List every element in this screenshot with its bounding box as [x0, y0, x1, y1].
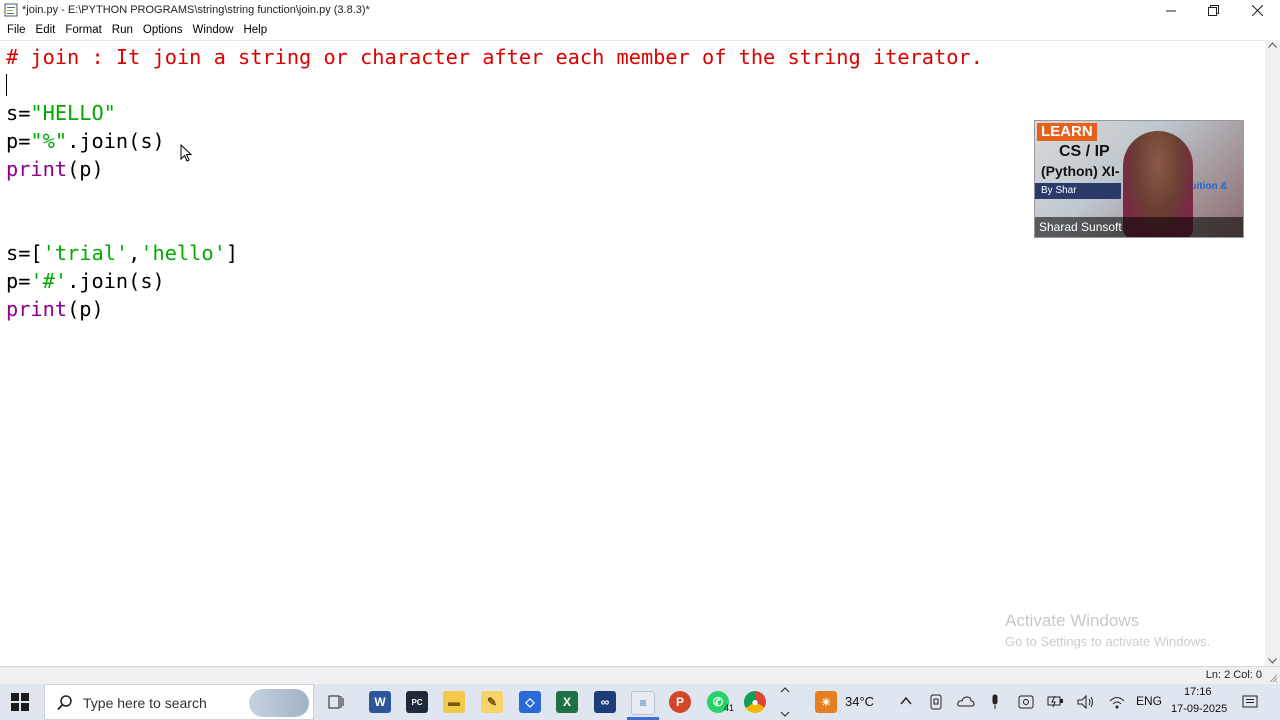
taskbar-search-box[interactable]: Type here to search — [44, 684, 314, 720]
menu-format[interactable]: Format — [60, 21, 106, 40]
code-comment-line: # join : It join a string or character a… — [6, 45, 983, 69]
code-string: "%" — [30, 129, 68, 153]
code-token: p= — [6, 269, 31, 293]
minimize-button[interactable] — [1150, 0, 1192, 21]
code-token: (p) — [67, 157, 104, 181]
clock-time[interactable]: 17:16 — [1184, 686, 1212, 698]
mouse-pointer-icon — [180, 144, 192, 162]
notification-center-icon[interactable] — [1242, 694, 1258, 710]
code-line-4: p="%".join(s) — [6, 127, 165, 155]
webcam-by-strip: By Shar — [1035, 183, 1121, 199]
word-icon[interactable]: W — [369, 691, 391, 713]
text-caret — [6, 74, 7, 96]
title-bar: *join.py - E:\PYTHON PROGRAMS\string\str… — [0, 0, 1280, 21]
code-token: , — [128, 241, 141, 265]
menu-bar: File Edit Format Run Options Window Help — [0, 21, 1280, 40]
code-string: 'trial' — [42, 241, 129, 265]
powerpoint-icon[interactable]: P — [669, 691, 691, 713]
chrome-icon[interactable]: ● — [744, 691, 766, 713]
learn-badge: LEARN — [1037, 123, 1097, 141]
scroll-down-icon[interactable] — [1268, 658, 1277, 664]
webcam-overlay: LEARN CS / IP (Python) XI- By Shar Tuiti… — [1034, 120, 1244, 238]
weather-temperature[interactable]: 34°C — [845, 694, 874, 709]
show-hidden-icons-icon[interactable] — [899, 694, 913, 708]
presenter-name-tag: Sharad Sunsoft — [1035, 217, 1243, 237]
menu-help[interactable]: Help — [238, 21, 272, 40]
code-string: 'hello' — [140, 241, 226, 265]
onedrive-icon[interactable] — [957, 694, 975, 708]
code-string: '#' — [30, 269, 68, 293]
restore-icon — [1207, 5, 1219, 16]
webcam-cs-ip-text: CS / IP — [1059, 143, 1110, 160]
search-highlight-art — [249, 689, 309, 717]
power-options-icon[interactable] — [1047, 694, 1065, 708]
paint-icon[interactable]: ✎ — [481, 691, 503, 713]
input-language[interactable]: ENG — [1136, 694, 1162, 708]
python-idle-taskbar-icon[interactable]: ≡ — [631, 691, 655, 715]
taskbar: Type here to search W PC ▬ ✎ ◇ X ∞ ≡ P ✆… — [0, 684, 1280, 720]
code-keyword: print — [6, 297, 68, 321]
code-token: s=[ — [6, 241, 43, 265]
code-line-10: print(p) — [6, 295, 104, 323]
whatsapp-badge: 41 — [724, 703, 735, 713]
file-explorer-icon[interactable]: ▬ — [443, 691, 465, 713]
activate-windows-title: Activate Windows — [1005, 611, 1140, 630]
code-line-5: print(p) — [6, 155, 104, 183]
menu-file[interactable]: File — [2, 21, 31, 40]
scroll-up-icon[interactable] — [1268, 42, 1277, 48]
volume-icon[interactable] — [1077, 694, 1095, 710]
microphone-icon[interactable] — [989, 694, 1001, 710]
vertical-scrollbar[interactable] — [1265, 40, 1280, 666]
webcam-python-text: (Python) XI- — [1041, 163, 1120, 179]
restore-button[interactable] — [1192, 0, 1234, 21]
excel-icon[interactable]: X — [556, 691, 578, 713]
clock-date[interactable]: 17-09-2025 — [1171, 703, 1227, 715]
activate-windows-subtitle: Go to Settings to activate Windows. — [1005, 634, 1211, 649]
meet-now-icon[interactable] — [929, 694, 943, 710]
code-token: s= — [6, 101, 31, 125]
minimize-icon — [1166, 10, 1176, 11]
close-button[interactable] — [1236, 0, 1278, 21]
code-line-9: p='#'.join(s) — [6, 267, 165, 295]
pycharm-icon[interactable]: PC — [406, 691, 428, 713]
code-keyword: print — [6, 157, 68, 181]
window-title: *join.py - E:\PYTHON PROGRAMS\string\str… — [22, 4, 370, 16]
code-line-8: s=['trial','hello'] — [6, 239, 238, 267]
windows-start-icon[interactable] — [10, 692, 30, 712]
menu-edit[interactable]: Edit — [31, 21, 61, 40]
code-token: ] — [225, 241, 239, 265]
menu-window[interactable]: Window — [188, 21, 239, 40]
weather-icon[interactable]: ☀ — [815, 691, 837, 713]
python-idle-icon — [4, 3, 18, 17]
code-token: .join(s) — [67, 129, 165, 153]
search-icon — [57, 695, 72, 711]
code-line-3: s="HELLO" — [6, 99, 116, 127]
code-string: "HELLO" — [30, 101, 116, 125]
cursor-position: Ln: 2 Col: 0 — [1205, 669, 1262, 681]
resize-grip-icon[interactable] — [1268, 673, 1278, 683]
menu-run[interactable]: Run — [107, 21, 138, 40]
screen-capture-icon[interactable] — [1018, 694, 1034, 710]
visual-studio-icon[interactable]: ∞ — [594, 691, 616, 713]
task-view-icon[interactable] — [326, 692, 346, 712]
search-placeholder: Type here to search — [83, 695, 207, 711]
editor-app-icon[interactable]: ◇ — [519, 691, 541, 713]
code-token: (p) — [67, 297, 104, 321]
close-icon — [1251, 5, 1263, 16]
code-token: .join(s) — [67, 269, 165, 293]
wifi-icon[interactable] — [1108, 694, 1126, 710]
menu-options[interactable]: Options — [138, 21, 188, 40]
taskbar-scroll-icon[interactable] — [780, 686, 790, 718]
status-bar: Ln: 2 Col: 0 — [0, 666, 1280, 684]
code-token: p= — [6, 129, 31, 153]
